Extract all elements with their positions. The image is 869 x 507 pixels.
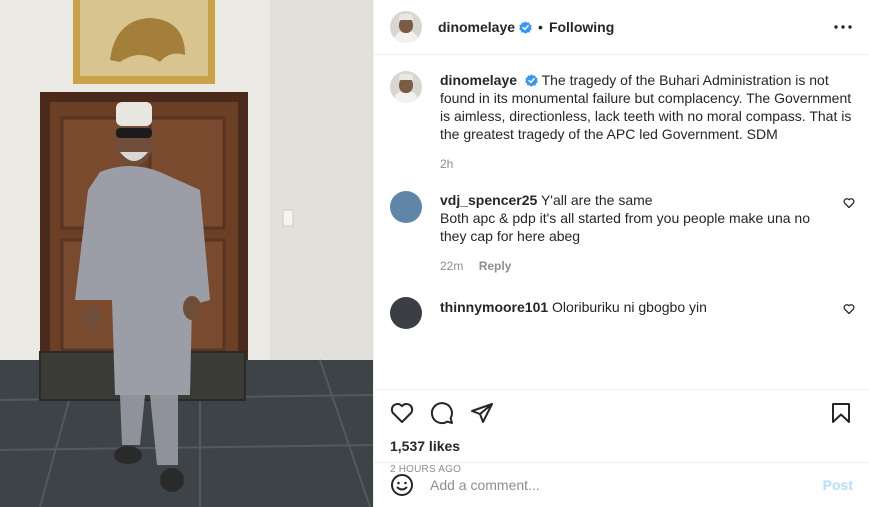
post-caption: dinomelaye The tragedy of the Buhari Adm… — [390, 71, 853, 171]
likes-count[interactable]: 1,537 likes — [390, 438, 853, 454]
more-options-button[interactable] — [833, 17, 853, 37]
caption-text-block: dinomelaye The tragedy of the Buhari Adm… — [440, 71, 853, 143]
author-avatar[interactable] — [390, 11, 422, 43]
comment-icon[interactable] — [430, 401, 454, 425]
post-comment-button[interactable]: Post — [823, 477, 853, 493]
instagram-post-modal: dinomelaye • Following dinomelaye The tr… — [0, 0, 869, 507]
heart-icon[interactable] — [390, 401, 414, 425]
commenter-avatar[interactable] — [390, 191, 422, 223]
comment-line-1: Y'all are the same — [540, 192, 653, 208]
like-comment-heart-icon[interactable] — [843, 303, 855, 315]
comments-feed[interactable]: dinomelaye The tragedy of the Buhari Adm… — [374, 55, 869, 389]
verified-badge-icon — [519, 20, 532, 34]
post-header: dinomelaye • Following — [374, 0, 869, 55]
following-button[interactable]: Following — [549, 19, 614, 35]
verified-badge-icon — [525, 74, 538, 87]
reply-button[interactable]: Reply — [479, 259, 512, 273]
post-photo[interactable] — [0, 0, 373, 507]
like-comment-heart-icon[interactable] — [843, 197, 855, 209]
comment-item: vdj_spencer25 Y'all are the same Both ap… — [390, 191, 855, 273]
action-bar — [390, 390, 853, 436]
comment-text-block: vdj_spencer25 Y'all are the same Both ap… — [440, 191, 827, 245]
comment-item: thinnymoore101 Oloriburiku ni gbogbo yin — [390, 297, 855, 329]
comment-text-block: thinnymoore101 Oloriburiku ni gbogbo yin — [440, 298, 827, 316]
commenter-username[interactable]: vdj_spencer25 — [440, 192, 537, 208]
caption-time[interactable]: 2h — [440, 157, 853, 171]
comment-input[interactable] — [430, 477, 823, 493]
caption-author-avatar[interactable] — [390, 71, 422, 103]
emoji-icon[interactable] — [390, 473, 414, 497]
comment-meta: 22m Reply — [440, 259, 827, 273]
comment-line-2: Both apc & pdp it's all started from you… — [440, 210, 811, 244]
post-photo-illustration — [0, 0, 373, 507]
share-icon[interactable] — [470, 401, 494, 425]
add-comment-bar: Post — [374, 462, 869, 507]
commenter-username[interactable]: thinnymoore101 — [440, 299, 548, 315]
bookmark-icon[interactable] — [829, 401, 853, 425]
comment-time[interactable]: 22m — [440, 259, 463, 273]
commenter-avatar[interactable] — [390, 297, 422, 329]
post-details-panel: dinomelaye • Following dinomelaye The tr… — [373, 0, 869, 507]
caption-username[interactable]: dinomelaye — [440, 72, 517, 88]
author-username[interactable]: dinomelaye — [438, 19, 515, 35]
header-separator: • — [538, 19, 543, 35]
more-options-icon — [834, 25, 852, 29]
comment-text: Oloriburiku ni gbogbo yin — [552, 299, 707, 315]
